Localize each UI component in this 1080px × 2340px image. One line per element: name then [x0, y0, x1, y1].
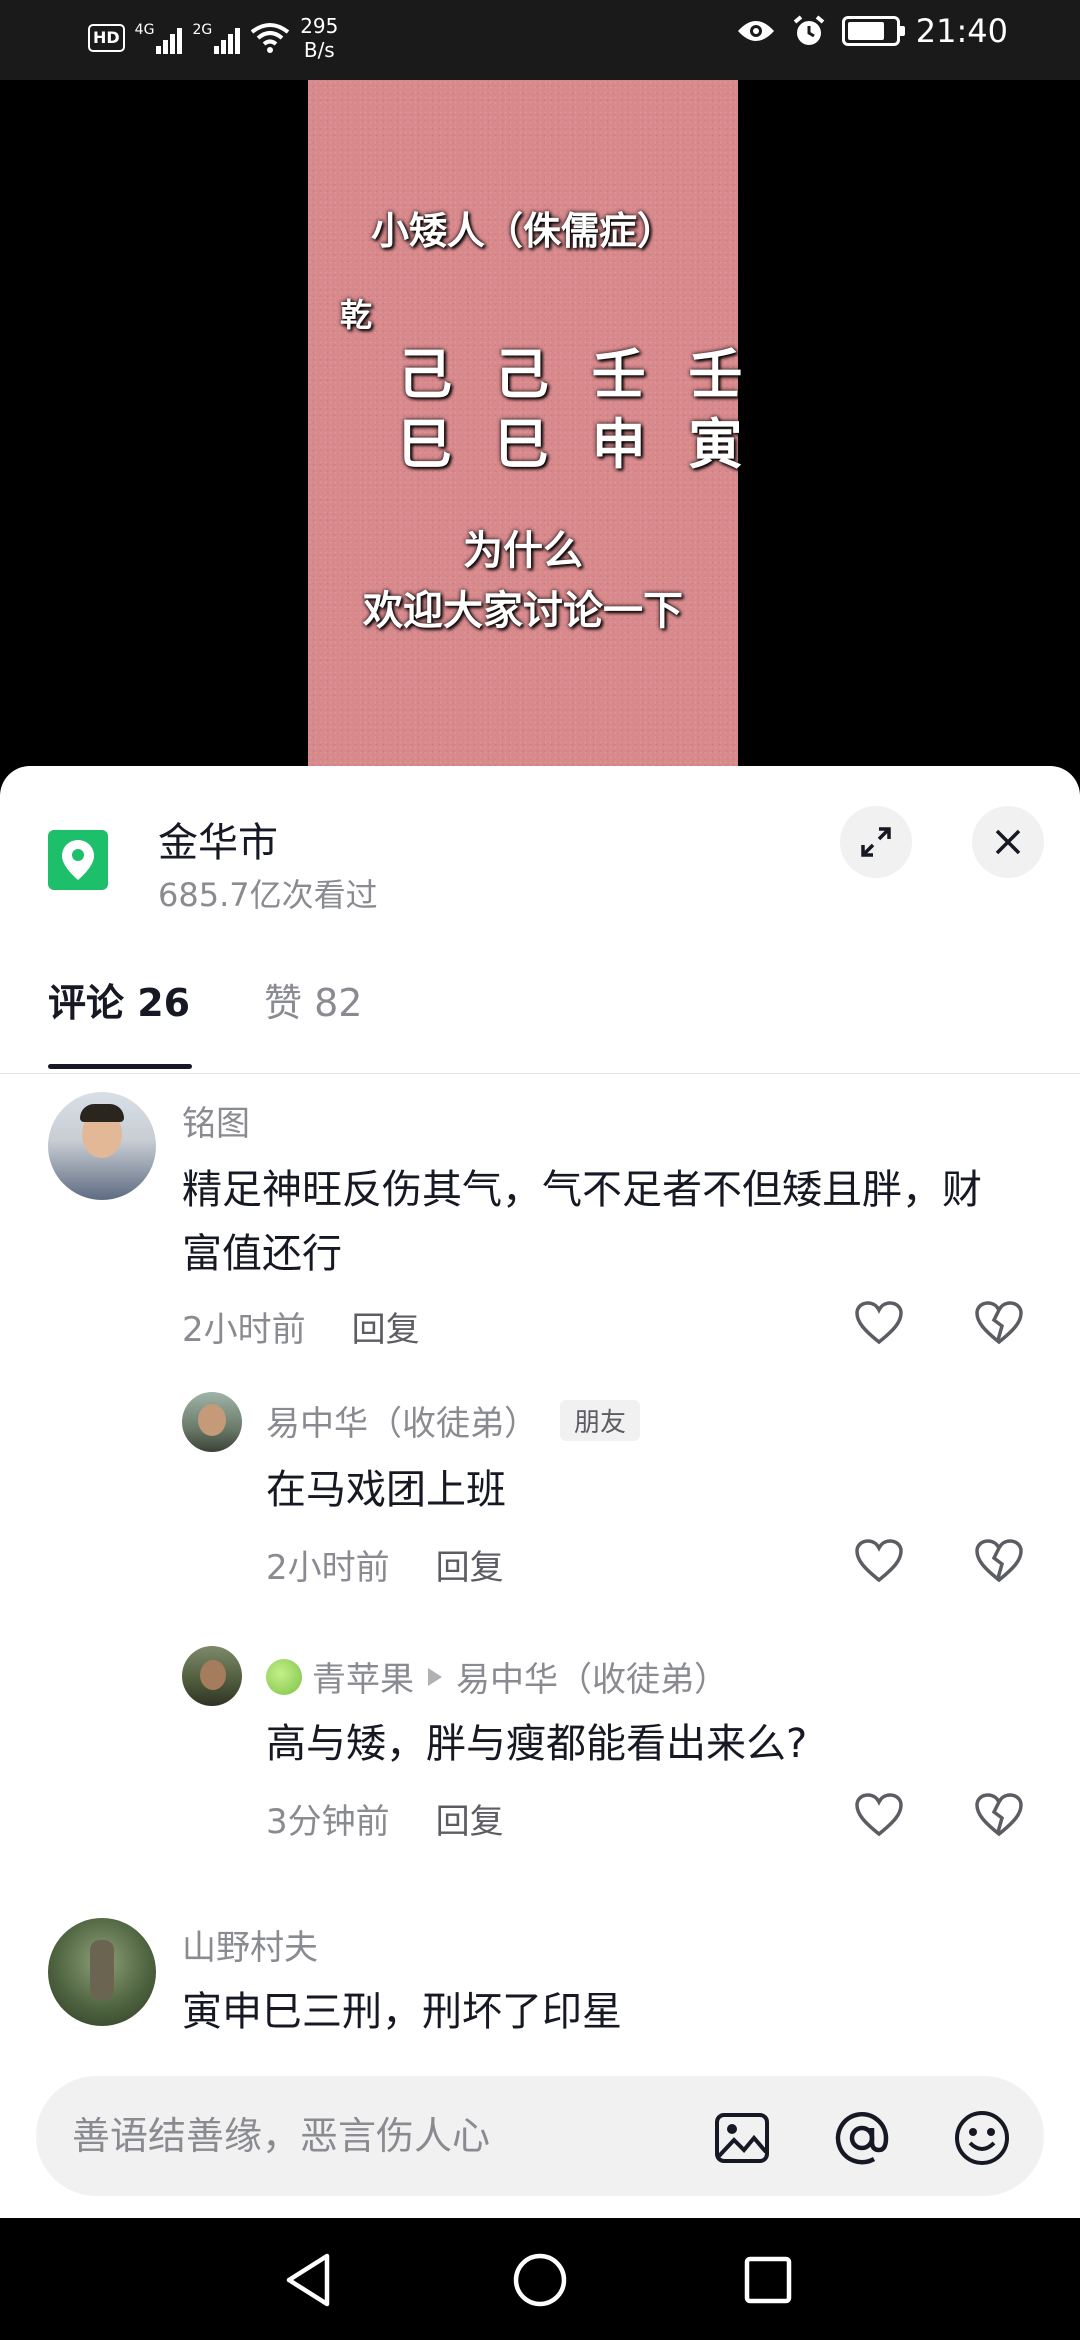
- reply-username-text[interactable]: 青苹果: [312, 1652, 414, 1701]
- reply-time: 2小时前: [266, 1548, 390, 1588]
- back-button[interactable]: [276, 2248, 340, 2312]
- expand-button[interactable]: [840, 806, 912, 878]
- poster-gender: 乾: [340, 296, 373, 334]
- close-icon: [995, 829, 1021, 855]
- reply-time: 3分钟前: [266, 1802, 390, 1842]
- status-left: HD 4G 2G 295 B/s: [88, 14, 338, 62]
- avatar[interactable]: [182, 1646, 242, 1706]
- comment-username-text[interactable]: 铭图: [182, 1096, 250, 1145]
- wifi-icon: [250, 23, 290, 53]
- tab-comments[interactable]: 评论 26: [48, 972, 190, 1027]
- poster-question: 为什么: [463, 528, 583, 574]
- mention-button[interactable]: [832, 2108, 892, 2168]
- avatar[interactable]: [48, 1918, 156, 2026]
- home-button[interactable]: [508, 2248, 572, 2312]
- back-icon: [286, 2253, 330, 2307]
- net-speed: 295 B/s: [300, 14, 338, 62]
- battery-charging-icon: [841, 16, 905, 46]
- video-player[interactable]: 小矮人（侏儒症） 乾 己 己 壬 壬 巳 巳 申 寅 为什么 欢迎大家讨论一下: [0, 80, 1080, 780]
- video-poster: 小矮人（侏儒症） 乾 己 己 壬 壬 巳 巳 申 寅 为什么 欢迎大家讨论一下: [308, 80, 742, 780]
- net-speed-unit: B/s: [303, 38, 335, 62]
- comment-input[interactable]: [72, 2106, 712, 2166]
- alarm-icon: [793, 15, 825, 45]
- green-apple-icon: [266, 1658, 302, 1695]
- reply-button[interactable]: 回复: [436, 1802, 504, 1842]
- reply-username[interactable]: 青苹果 易中华（收徒弟）: [266, 1652, 728, 1701]
- like-button[interactable]: [852, 1296, 906, 1350]
- status-bar: HD 4G 2G 295 B/s 21:40: [0, 0, 1080, 80]
- home-icon: [513, 2253, 567, 2307]
- expand-icon: [861, 827, 891, 857]
- location-views: 685.7亿次看过: [158, 876, 378, 914]
- reply-meta: 2小时前 回复: [266, 1540, 504, 1589]
- clock: 21:40: [915, 12, 1008, 50]
- recents-button[interactable]: [736, 2248, 800, 2312]
- comment-username[interactable]: 山野村夫: [182, 1920, 318, 1969]
- image-icon: [715, 2113, 769, 2163]
- tab-likes[interactable]: 赞 82: [264, 972, 362, 1027]
- signal-sim1-icon: 4G: [135, 22, 183, 54]
- comment-meta: 2小时前 回复: [182, 1302, 420, 1351]
- reply-button[interactable]: 回复: [436, 1548, 504, 1588]
- tabs-divider: [0, 1073, 1080, 1074]
- location-name[interactable]: 金华市: [158, 810, 278, 868]
- sim2-generation: 2G: [192, 22, 213, 38]
- reply-username[interactable]: 易中华（收徒弟） 朋友: [266, 1396, 641, 1445]
- comment-input-bar: [36, 2076, 1044, 2196]
- heart-icon: [855, 1301, 903, 1345]
- poster-stems-row: 己 己 壬 壬: [398, 343, 755, 406]
- comment-username-text[interactable]: 山野村夫: [182, 1920, 318, 1969]
- reply-text: 在马戏团上班: [266, 1467, 506, 1513]
- location-pin-icon[interactable]: [48, 830, 108, 890]
- like-button[interactable]: [852, 1788, 906, 1842]
- eye-icon: [737, 21, 774, 41]
- comment-text: 寅申巳三刑，刑坏了印星: [182, 1989, 622, 2035]
- mention-icon: [835, 2111, 889, 2165]
- reply-username-text[interactable]: 易中华（收徒弟）: [266, 1396, 538, 1445]
- comments-sheet: 金华市 685.7亿次看过 评论 26 赞 82 铭图 精足神旺反伤其气，气不足…: [0, 766, 1080, 2218]
- system-nav-bar: [0, 2218, 1080, 2340]
- hd-icon: HD: [88, 24, 125, 52]
- friend-badge: 朋友: [560, 1400, 641, 1441]
- heart-icon: [855, 1793, 903, 1837]
- avatar[interactable]: [48, 1092, 156, 1200]
- poster-title: 小矮人（侏儒症）: [370, 209, 675, 253]
- reply-meta: 3分钟前 回复: [266, 1794, 504, 1843]
- avatar[interactable]: [182, 1392, 242, 1452]
- broken-heart-icon: [975, 1539, 1023, 1583]
- emoji-button[interactable]: [952, 2108, 1012, 2168]
- comment-username[interactable]: 铭图: [182, 1096, 250, 1145]
- comment-text: 精足神旺反伤其气，气不足者不但矮且胖，财富值还行: [182, 1167, 982, 1277]
- reply-to-username[interactable]: 易中华（收徒弟）: [456, 1652, 728, 1701]
- close-button[interactable]: [972, 806, 1044, 878]
- broken-heart-icon: [975, 1793, 1023, 1837]
- status-right: 21:40: [736, 12, 1008, 50]
- active-tab-indicator: [48, 1064, 192, 1069]
- dislike-button[interactable]: [972, 1534, 1026, 1588]
- reply-to-arrow-icon: [428, 1667, 442, 1686]
- broken-heart-icon: [975, 1301, 1023, 1345]
- sim1-generation: 4G: [134, 22, 155, 38]
- poster-invite: 欢迎大家讨论一下: [363, 588, 683, 634]
- recents-icon: [744, 2256, 792, 2304]
- net-speed-value: 295: [300, 14, 339, 38]
- reply-text: 高与矮，胖与瘦都能看出来么?: [266, 1721, 808, 1767]
- reply-button[interactable]: 回复: [352, 1310, 420, 1350]
- signal-sim2-icon: 2G: [192, 22, 241, 54]
- poster-branches-row: 巳 巳 申 寅: [398, 413, 755, 476]
- image-button[interactable]: [712, 2108, 772, 2168]
- like-button[interactable]: [852, 1534, 906, 1588]
- dislike-button[interactable]: [972, 1296, 1026, 1350]
- comment-time: 2小时前: [182, 1310, 306, 1350]
- emoji-icon: [955, 2111, 1009, 2165]
- heart-icon: [855, 1539, 903, 1583]
- dislike-button[interactable]: [972, 1788, 1026, 1842]
